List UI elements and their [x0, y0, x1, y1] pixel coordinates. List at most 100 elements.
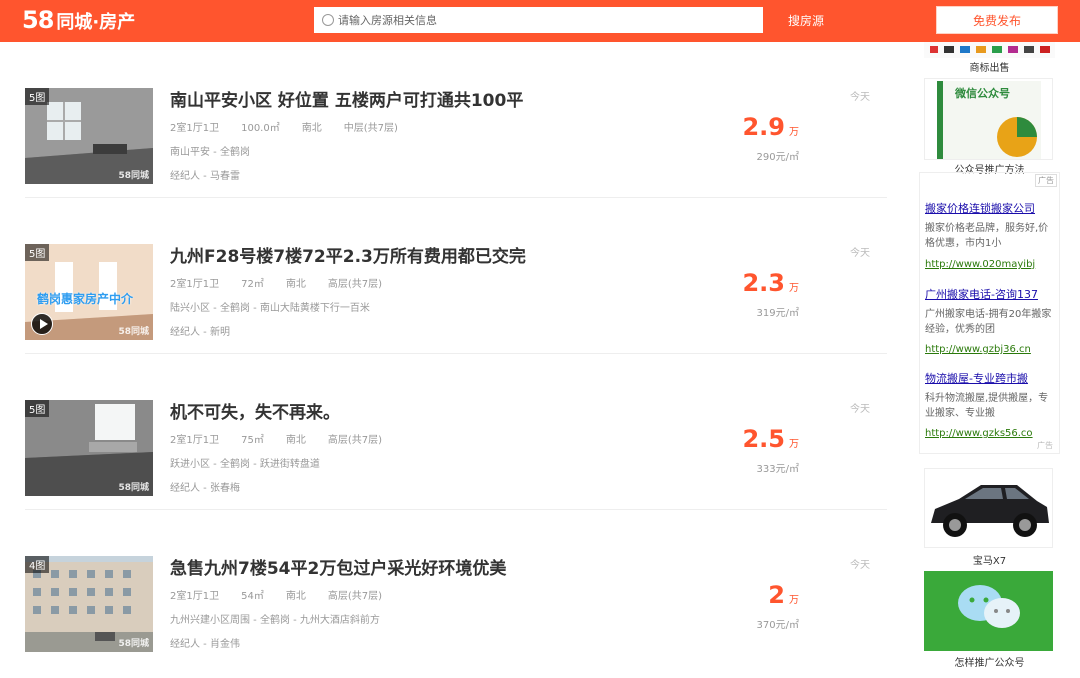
play-video-icon[interactable] [31, 313, 53, 335]
car-icon [931, 485, 1049, 537]
listing-item[interactable]: 5图 58同城 机不可失，失不再来。 2室1厅1卫 75㎡ 南北 高层(共7层)… [25, 354, 887, 510]
text-ad-url[interactable]: http://www.gzks56.co [925, 428, 1033, 439]
sidebar-ads: 商标出售 微信公众号 公众号推广方法 广告 搬家价格连锁搬家公司 搬家价格老品牌… [919, 42, 1060, 678]
photo-count-badge: 5图 [25, 400, 50, 417]
floor: 高层(共7层) [327, 591, 382, 602]
logo-number: 58 [22, 6, 54, 34]
listing-address[interactable]: 跃进小区 - 全鹤岗 - 跃进街转盘道 [170, 455, 320, 470]
area: 54㎡ [241, 591, 264, 602]
orientation: 南北 [285, 435, 306, 446]
listing-agent: 经纪人 - 新明 [170, 327, 230, 338]
text-ad-url[interactable]: http://www.gzbj36.cn [925, 344, 1031, 355]
listing-address[interactable]: 陆兴小区 - 全鹤岗 - 南山大陆黄楼下行一百米 [170, 299, 370, 314]
photo-count-badge: 4图 [25, 556, 50, 573]
listing-price: 2.3 万 [742, 269, 799, 297]
trademark-ad-caption[interactable]: 商标出售 [919, 59, 1060, 74]
listing-title[interactable]: 九州F28号楼7楼72平2.3万所有费用都已交完 [170, 242, 526, 267]
listing-title[interactable]: 机不可失，失不再来。 [170, 398, 340, 423]
orientation: 南北 [285, 591, 306, 602]
listing-item[interactable]: 4图 58同城 急售九州7楼54平2万包过户采光好环境优美 2室1厅1卫 54㎡… [25, 510, 887, 666]
listing-meta: 2室1厅1卫 54㎡ 南北 高层(共7层) [170, 587, 404, 602]
trademark-logos-icon [930, 46, 1050, 53]
unit-price: 370元/㎡ [756, 620, 799, 631]
text-ad-desc: 科升物流搬屋,提供搬屋，专业搬家、专业搬 [925, 393, 1049, 419]
text-ad-title[interactable]: 广州搬家电话-咨询137 [925, 286, 1038, 302]
publish-button[interactable]: 免费发布 [936, 6, 1058, 34]
price-unit: 万 [789, 595, 799, 606]
price-value: 2.9 [742, 113, 785, 141]
room-layout: 2室1厅1卫 [170, 591, 220, 602]
listing-title[interactable]: 急售九州7楼54平2万包过户采光好环境优美 [170, 554, 506, 579]
area: 72㎡ [241, 279, 264, 290]
ad-badge: 广告 [1035, 174, 1057, 187]
post-date: 今天 [850, 560, 870, 571]
unit-price: 333元/㎡ [756, 464, 799, 475]
room-layout: 2室1厅1卫 [170, 123, 220, 134]
watermark: 58同城 [118, 327, 149, 337]
ad-badge: 广告 [1037, 441, 1053, 450]
price-unit: 万 [789, 283, 799, 294]
price-unit: 万 [789, 127, 799, 138]
post-date: 今天 [850, 92, 870, 103]
listing-meta: 2室1厅1卫 72㎡ 南北 高层(共7层) [170, 275, 404, 290]
text-ad-desc: 搬家价格老品牌，服务好,价格优惠，市内1小 [925, 223, 1049, 249]
watermark: 58同城 [118, 483, 149, 493]
text-ads-box: 广告 搬家价格连锁搬家公司 搬家价格老品牌，服务好,价格优惠，市内1小 http… [919, 172, 1060, 454]
photo-count-badge: 5图 [25, 88, 50, 105]
listing-price: 2.5 万 [742, 425, 799, 453]
listing-thumbnail[interactable]: 5图 58同城 [25, 400, 153, 496]
price-value: 2 [768, 581, 785, 609]
listing-thumbnail[interactable]: 5图 58同城 [25, 88, 153, 184]
area: 100.0㎡ [241, 123, 280, 134]
listing-meta: 2室1厅1卫 75㎡ 南北 高层(共7层) [170, 431, 404, 446]
price-unit: 万 [789, 439, 799, 450]
text-ad-desc: 广州搬家电话-拥有20年搬家经验，优秀的团 [925, 309, 1052, 335]
unit-price: 290元/㎡ [756, 152, 799, 163]
text-ad-url[interactable]: http://www.020mayibj [925, 259, 1035, 270]
wechat-promo-ad-image[interactable] [924, 571, 1053, 651]
listing-meta: 2室1厅1卫 100.0㎡ 南北 中层(共7层) [170, 119, 420, 134]
logo-text: 同城·房产 [56, 12, 136, 33]
area: 75㎡ [241, 435, 264, 446]
room-layout: 2室1厅1卫 [170, 279, 220, 290]
listing-item[interactable]: 5图 鹤岗惠家房产中介 58同城 九州F28号楼7楼72平2.3万所有费用都已交… [25, 198, 887, 354]
floor: 高层(共7层) [327, 435, 382, 446]
room-layout: 2室1厅1卫 [170, 435, 220, 446]
listing-address[interactable]: 南山平安 - 全鹤岗 [170, 143, 250, 158]
post-date: 今天 [850, 404, 870, 415]
listing-thumbnail[interactable]: 5图 鹤岗惠家房产中介 58同城 [25, 244, 153, 340]
listing-title[interactable]: 南山平安小区 好位置 五楼两户可打通共100平 [170, 86, 523, 111]
post-date: 今天 [850, 248, 870, 259]
bmw-ad-caption[interactable]: 宝马X7 [919, 552, 1060, 567]
search-input[interactable] [338, 10, 758, 30]
wechat-promo-ad-caption[interactable]: 怎样推广公众号 [919, 654, 1060, 669]
trademark-ad-image[interactable] [924, 42, 1055, 58]
price-value: 2.5 [742, 425, 785, 453]
listing-address[interactable]: 九州兴建小区周围 - 全鹤岗 - 九州大酒店斜前方 [170, 611, 380, 626]
listing-thumbnail[interactable]: 4图 58同城 [25, 556, 153, 652]
orientation: 南北 [301, 123, 322, 134]
text-ad-title[interactable]: 搬家价格连锁搬家公司 [925, 200, 1035, 216]
search-icon [322, 14, 334, 26]
search-button[interactable]: 搜房源 [763, 7, 849, 33]
listing-item[interactable]: 5图 58同城 南山平安小区 好位置 五楼两户可打通共100平 2室1厅1卫 1… [25, 42, 887, 198]
floor: 中层(共7层) [343, 123, 398, 134]
text-ad-title[interactable]: 物流搬屋-专业跨市搬 [925, 370, 1028, 386]
wechat-book-ad-image[interactable]: 微信公众号 [924, 78, 1053, 160]
watermark: 58同城 [118, 639, 149, 649]
photo-count-badge: 5图 [25, 244, 50, 261]
bmw-ad-image[interactable] [924, 468, 1053, 548]
search-box: 搜房源 [313, 6, 850, 34]
unit-price: 319元/㎡ [756, 308, 799, 319]
orientation: 南北 [285, 279, 306, 290]
listing-agent: 经纪人 - 张春梅 [170, 483, 240, 494]
listing-agent: 经纪人 - 肖金伟 [170, 639, 240, 650]
listing-agent: 经纪人 - 马春雷 [170, 171, 240, 182]
listing-price: 2万 [768, 581, 799, 609]
watermark: 58同城 [118, 171, 149, 181]
site-logo[interactable]: 58 同城·房产 [22, 6, 135, 34]
agency-watermark: 鹤岗惠家房产中介 [37, 292, 134, 306]
price-value: 2.3 [742, 269, 785, 297]
book-title: 微信公众号 [955, 87, 1010, 100]
wechat-logo-icon [958, 585, 1020, 628]
